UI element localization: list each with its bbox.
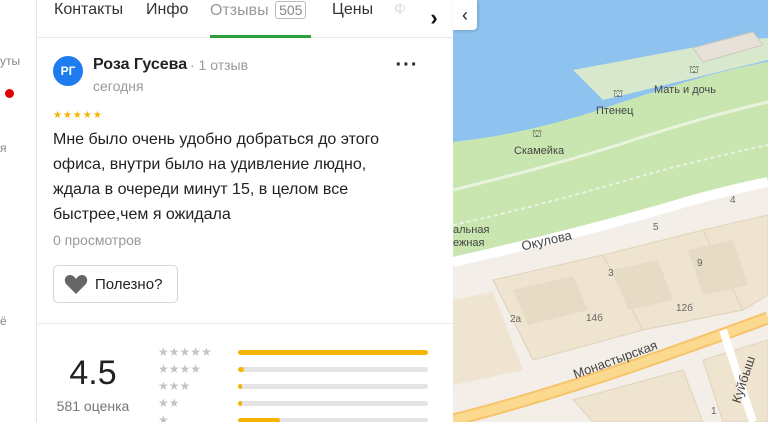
review-text: Мне было очень удобно добраться до этого… (53, 131, 380, 223)
monument-icon[interactable]: ⛫ (689, 64, 699, 78)
tab-bar: Контакты Инфо Отзывы 505 Цены Ф › (38, 0, 453, 38)
review-stars: ★★★★★ (53, 110, 103, 121)
review-views: 0 просмотров (53, 232, 142, 248)
helpful-button[interactable]: Полезно? (53, 265, 178, 303)
distribution-bar (238, 350, 428, 355)
distribution-stars: ★★★★★ (158, 345, 212, 359)
strip-text: ё (0, 314, 7, 328)
house-number: 2а (510, 314, 522, 325)
distribution-bar-fill (238, 350, 428, 355)
map-label-embankment: альная (453, 224, 490, 236)
house-number: 3 (608, 268, 614, 279)
tab-info[interactable]: Инфо (146, 1, 188, 19)
distribution-bar-fill (238, 384, 242, 389)
monument-icon[interactable]: ⛫ (532, 128, 542, 142)
distribution-bar (238, 367, 428, 372)
strip-text: я (0, 141, 7, 155)
rating-count: 581 оценка (56, 398, 130, 414)
notification-dot (5, 89, 14, 98)
tab-prices[interactable]: Цены (332, 1, 373, 19)
active-tab-indicator (210, 35, 311, 38)
monument-icon[interactable]: ⛫ (613, 88, 623, 102)
helpful-label: Полезно? (95, 275, 163, 293)
distribution-bar-fill (238, 367, 244, 372)
house-number: 14б (586, 313, 603, 324)
author-review-count: · 1 отзыв (190, 57, 249, 73)
chevron-left-icon[interactable]: ‹ (453, 0, 477, 30)
distribution-bar-fill (238, 418, 280, 422)
map-label-embankment: ежная (453, 237, 485, 249)
author-name[interactable]: Роза Гусева (93, 56, 187, 74)
distribution-bar (238, 384, 428, 389)
map-label-bench[interactable]: Скамейка (514, 145, 564, 157)
house-number: 4 (730, 195, 736, 206)
house-number: 1 (711, 406, 717, 417)
tab-reviews[interactable]: Отзывы 505 (210, 1, 307, 20)
rating-value: 4.5 (69, 354, 117, 392)
distribution-stars: ★★★★ (158, 362, 202, 376)
distribution-bar (238, 401, 428, 406)
tab-reviews-label: Отзывы (210, 2, 269, 19)
distribution-stars: ★★ (158, 396, 180, 410)
map[interactable]: ⛫ Мать и дочь ⛫ Птенец ⛫ Скамейка альная… (453, 0, 768, 422)
house-number: 5 (653, 222, 659, 233)
map-label-mother-daughter[interactable]: Мать и дочь (654, 84, 716, 96)
map-label-chick[interactable]: Птенец (596, 105, 633, 117)
avatar[interactable]: РГ (53, 56, 83, 86)
house-number: 9 (697, 258, 703, 269)
left-strip: уты я ё (0, 0, 37, 422)
distribution-bar (238, 418, 428, 422)
distribution-stars: ★★★ (158, 379, 191, 393)
reviews-count-badge: 505 (275, 1, 307, 19)
tab-contacts[interactable]: Контакты (54, 1, 123, 19)
house-number: 12б (676, 303, 693, 314)
strip-text: уты (0, 54, 21, 68)
more-dots-icon[interactable]: ··· (393, 55, 421, 82)
distribution-bar-fill (238, 401, 242, 406)
divider (38, 323, 453, 324)
review-date: сегодня (93, 78, 144, 94)
heart-icon (64, 275, 88, 294)
distribution-stars: ★ (158, 413, 169, 422)
reviews-panel: Контакты Инфо Отзывы 505 Цены Ф › РГ Роз… (38, 0, 453, 422)
chevron-right-icon[interactable]: › (416, 0, 452, 36)
